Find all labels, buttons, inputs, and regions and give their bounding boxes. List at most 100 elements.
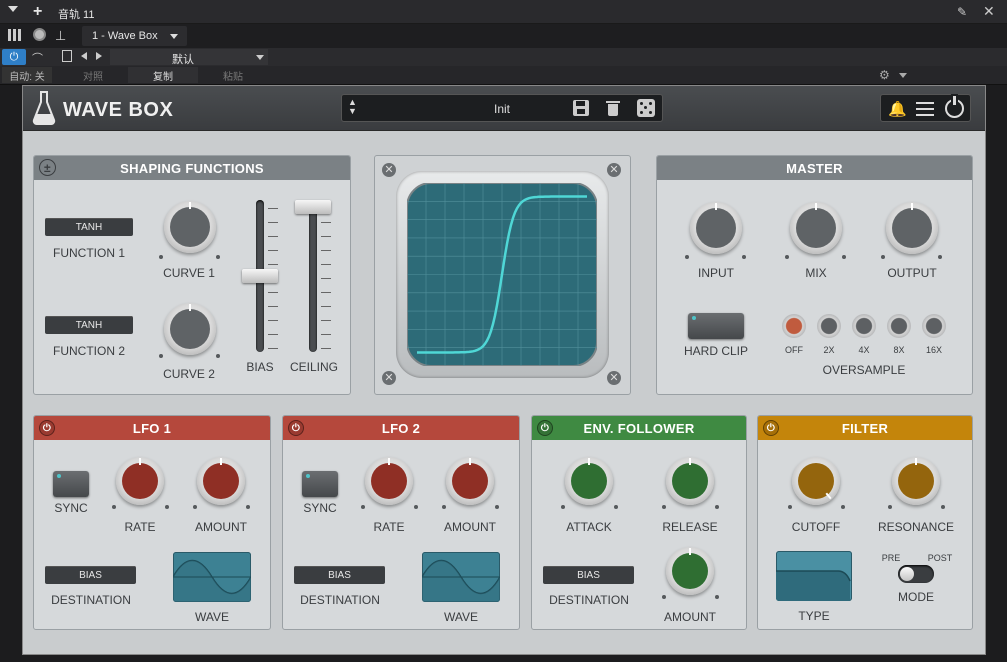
host-window: + 音轨 11 ✎ ✕ ⊥ 1 - Wave Box ⏻ ⌒ 默认 自动: 关 … [0, 0, 1007, 85]
filter-type-label: TYPE [798, 609, 830, 623]
slider-tick [321, 278, 331, 279]
random-dice-icon[interactable] [637, 99, 655, 117]
power-toggle[interactable]: ⏻ [2, 49, 26, 65]
lfo-1-sync-label: SYNC [54, 501, 88, 515]
slider-tick [268, 222, 278, 223]
routing-icon[interactable]: ⊥ [55, 28, 66, 44]
oversample-2x-button[interactable] [817, 314, 841, 338]
auto-mode-button[interactable]: 自动: 关 [2, 67, 52, 83]
lfo-1-panel: ⏻ LFO 1 SYNC RATE AMOUNT BIAS DESTINATIO… [33, 415, 271, 630]
sine-wave-icon [173, 559, 251, 602]
input-knob[interactable] [690, 202, 742, 254]
master-title: MASTER [786, 160, 843, 176]
curve-1-knob[interactable] [164, 201, 216, 253]
copy-button[interactable]: 复制 [128, 67, 198, 83]
ceiling-slider-track[interactable] [309, 200, 317, 352]
attack-knob[interactable] [565, 457, 613, 505]
oversample-option-label: 4X [858, 345, 870, 355]
curve-2-knob[interactable] [164, 303, 216, 355]
ceiling-slider-handle[interactable] [295, 200, 331, 214]
chevron-down-icon[interactable] [170, 34, 178, 39]
preset-file-icon[interactable] [62, 50, 72, 62]
shaping-header: ± SHAPING FUNCTIONS [34, 156, 350, 180]
rack-icon[interactable] [8, 29, 22, 41]
slider-tick [321, 236, 331, 237]
paste-button[interactable]: 粘贴 [198, 67, 268, 83]
oversample-option-label: OFF [785, 345, 803, 355]
env-amount-knob[interactable] [666, 547, 714, 595]
envelope-follower-panel: ⏻ ENV. FOLLOWER ATTACK RELEASE BIAS DEST… [531, 415, 747, 630]
lfo-2-amount-knob[interactable] [446, 457, 494, 505]
env-power-icon[interactable]: ⏻ [537, 420, 553, 436]
filter-power-icon[interactable]: ⏻ [763, 420, 779, 436]
lfo-1-rate-knob[interactable] [116, 457, 164, 505]
resonance-knob[interactable] [892, 457, 940, 505]
host-title-bar: + 音轨 11 ✎ ✕ [0, 0, 1007, 24]
pre-label: PRE [881, 553, 901, 563]
release-label: RELEASE [662, 520, 718, 534]
compare-button[interactable]: 对照 [58, 67, 128, 83]
shaping-title: SHAPING FUNCTIONS [120, 160, 264, 176]
collapse-icon[interactable] [8, 6, 18, 12]
release-knob[interactable] [666, 457, 714, 505]
lfo-2-sync-button[interactable] [302, 471, 338, 497]
bell-icon[interactable]: 🔔 [888, 100, 907, 118]
slider-tick [321, 320, 331, 321]
curve-2-label: CURVE 2 [163, 367, 215, 381]
save-icon[interactable] [573, 100, 589, 116]
env-destination-selector[interactable]: BIAS [543, 566, 634, 584]
chevron-down-icon[interactable] [256, 55, 264, 60]
next-preset-icon[interactable] [96, 52, 102, 60]
cutoff-knob[interactable] [792, 457, 840, 505]
slider-tick [268, 208, 278, 209]
gear-icon[interactable]: ⚙ [879, 68, 890, 82]
oversample-4x-button[interactable] [852, 314, 876, 338]
post-label: POST [927, 553, 953, 563]
attack-label: ATTACK [566, 520, 612, 534]
lfo-1-amount-knob[interactable] [197, 457, 245, 505]
lfo-1-wave-selector[interactable] [173, 552, 251, 602]
lfo-2-rate-knob[interactable] [365, 457, 413, 505]
chevron-down-icon[interactable] [899, 73, 907, 78]
lfo-1-power-icon[interactable]: ⏻ [39, 420, 55, 436]
lfo-2-destination-selector[interactable]: BIAS [294, 566, 385, 584]
pre-post-toggle[interactable] [898, 565, 934, 583]
slider-tick [268, 348, 278, 349]
meter-icon[interactable] [33, 28, 46, 41]
power-icon[interactable] [945, 96, 964, 118]
master-panel: MASTER INPUT MIX OUTPUT HARD CLIP OFF 2X 4… [656, 155, 973, 395]
close-icon[interactable]: ✕ [983, 3, 995, 20]
oversample-off-button[interactable] [782, 314, 806, 338]
ceiling-label: CEILING [289, 360, 339, 374]
filter-title: FILTER [841, 420, 889, 436]
oversample-16x-button[interactable] [922, 314, 946, 338]
menu-icon[interactable] [916, 102, 934, 116]
plus-minus-icon[interactable]: ± [39, 159, 56, 176]
lfo-1-amount-label: AMOUNT [195, 520, 247, 534]
pin-icon[interactable]: ✎ [957, 5, 967, 19]
filter-type-selector[interactable] [776, 551, 852, 601]
bias-slider-handle[interactable] [242, 269, 278, 283]
lfo-2-header: ⏻ LFO 2 [283, 416, 519, 440]
plugin-title: WAVE BOX [63, 99, 174, 121]
hard-clip-label: HARD CLIP [683, 344, 749, 358]
env-amount-label: AMOUNT [664, 610, 716, 624]
lfo-2-wave-selector[interactable] [422, 552, 500, 602]
trash-icon[interactable] [606, 99, 620, 117]
output-knob[interactable] [886, 202, 938, 254]
mix-knob[interactable] [790, 202, 842, 254]
oversample-8x-button[interactable] [887, 314, 911, 338]
function-2-selector[interactable]: TANH [45, 316, 133, 334]
bypass-icon[interactable]: ⌒ [32, 50, 43, 66]
lfo-1-destination-selector[interactable]: BIAS [45, 566, 136, 584]
lfo-2-power-icon[interactable]: ⏻ [288, 420, 304, 436]
hard-clip-button[interactable] [688, 313, 744, 339]
transfer-curve-screen [407, 183, 597, 366]
curve-1-label: CURVE 1 [163, 266, 215, 280]
prev-preset-icon[interactable] [81, 52, 87, 60]
function-1-selector[interactable]: TANH [45, 218, 133, 236]
lfo-1-sync-button[interactable] [53, 471, 89, 497]
master-header: MASTER [657, 156, 972, 180]
slider-tick [321, 292, 331, 293]
add-icon[interactable]: + [33, 3, 42, 21]
